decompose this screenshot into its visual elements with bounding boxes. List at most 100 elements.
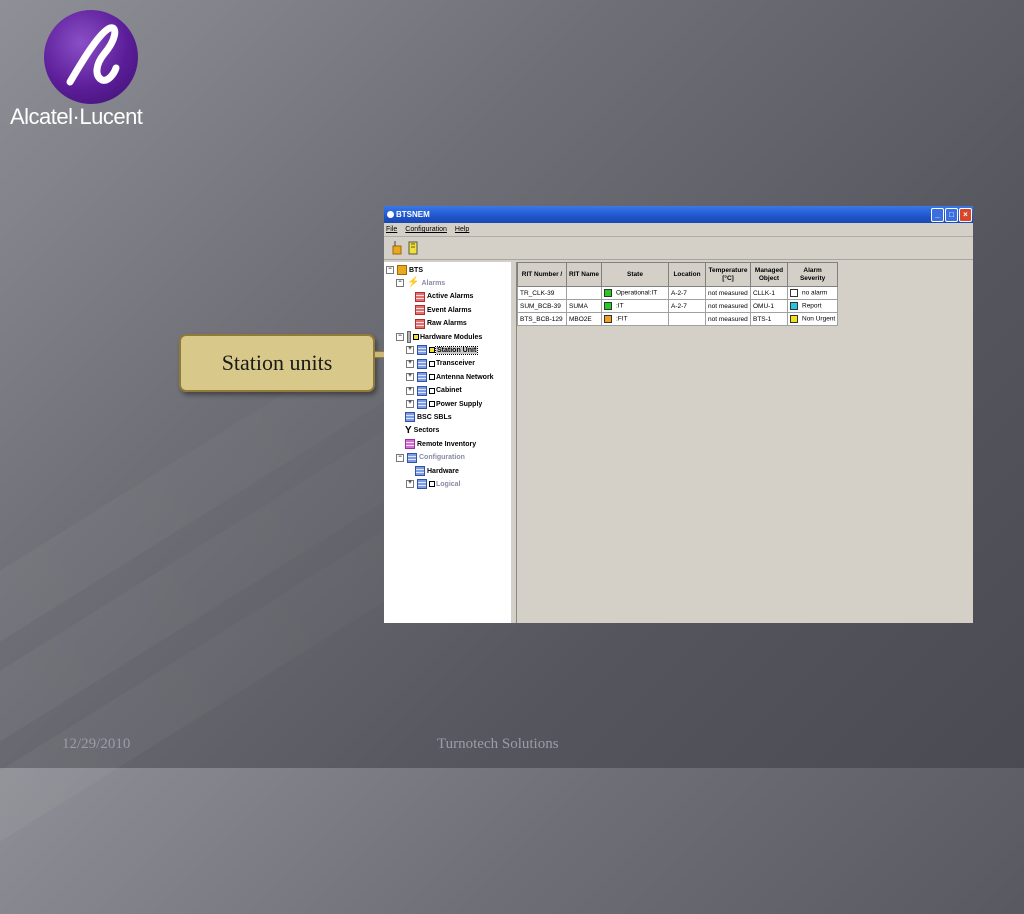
tree-node[interactable]: + Transceiver xyxy=(406,358,475,370)
folder-icon xyxy=(397,265,407,275)
expand-icon[interactable]: + xyxy=(406,386,414,395)
tree-node[interactable]: − ⚡ Alarms xyxy=(396,277,445,289)
tree-node[interactable]: Remote Inventory xyxy=(396,438,476,450)
col-rit-number[interactable]: RIT Number / xyxy=(517,262,567,287)
station-units-callout: Station units xyxy=(179,334,375,392)
table-area: RIT Number / RIT Name State Location Tem… xyxy=(517,262,973,623)
rit-tool-icon[interactable] xyxy=(408,241,418,255)
grid-icon xyxy=(405,439,415,450)
tree-node-label: Antenna Network xyxy=(436,373,494,381)
tree-node[interactable]: + Station Unit xyxy=(406,344,479,356)
col-temperature[interactable]: Temperature [°C] xyxy=(705,262,751,287)
cell-text: OMU-1 xyxy=(753,302,774,310)
cell-temperature: not measured xyxy=(705,312,751,326)
footer-date: 12/29/2010 xyxy=(62,736,131,752)
cell-rit-name: MBO2E xyxy=(566,312,602,326)
col-rit-name[interactable]: RIT Name xyxy=(566,262,602,287)
tree-node-label: BTS xyxy=(409,266,423,274)
maximize-button[interactable]: □ xyxy=(945,207,958,222)
tree-node[interactable]: Active Alarms xyxy=(406,291,473,303)
cell-text: BTS-1 xyxy=(753,315,772,323)
col-managed-object[interactable]: Managed Object xyxy=(750,262,788,287)
cell-text: Report xyxy=(802,302,822,310)
cell-state: :IT xyxy=(601,299,669,313)
tree-node[interactable]: + Cabinet xyxy=(406,385,462,397)
tree-node[interactable]: Raw Alarms xyxy=(406,318,467,330)
menu-file[interactable]: File xyxy=(386,226,397,233)
status-box-icon xyxy=(429,347,435,354)
expand-icon[interactable]: + xyxy=(406,480,414,489)
window-titlebar[interactable]: BTSNEM _ □ × xyxy=(384,206,973,223)
cell-text: Operational:IT xyxy=(616,289,658,297)
cell-text: no alarm xyxy=(802,289,828,297)
tree-node[interactable]: + Antenna Network xyxy=(406,371,494,383)
status-swatch-icon xyxy=(790,315,798,323)
tree-node[interactable]: BSC SBLs xyxy=(396,411,452,423)
status-swatch-icon xyxy=(790,302,798,310)
tree-node-label: Remote Inventory xyxy=(417,440,477,448)
cell-text: CLLK-1 xyxy=(753,289,776,297)
tree-node-label: Raw Alarms xyxy=(427,320,467,328)
tree-node[interactable]: Y Sectors xyxy=(396,425,439,437)
cell-text: SUM_BCB-39 xyxy=(520,302,561,310)
collapse-icon[interactable]: − xyxy=(386,266,394,274)
tree-node-label: Transceiver xyxy=(436,360,475,368)
app-icon xyxy=(387,211,394,218)
tree-node-label: Hardware Modules xyxy=(420,333,483,341)
minimize-button[interactable]: _ xyxy=(931,207,944,222)
table-row[interactable]: TR_CLK-39 Operational:IT A-2-7 not measured… xyxy=(517,286,839,300)
expand-icon[interactable]: + xyxy=(406,400,414,408)
table-row[interactable]: SUM_BCB-39 SUMA:IT A-2-7 not measured OMU-1 R… xyxy=(517,299,839,313)
tree-node[interactable]: + Power Supply xyxy=(406,398,482,410)
collapse-icon[interactable]: − xyxy=(396,333,404,341)
cell-rit-name: SUMA xyxy=(566,299,602,313)
cell-location xyxy=(668,312,706,326)
cell-text: SUMA xyxy=(569,302,588,310)
status-swatch-icon xyxy=(604,302,612,310)
tree-node-label: Hardware xyxy=(427,467,459,475)
cell-state: Operational:IT xyxy=(601,286,669,300)
cell-text: A-2-7 xyxy=(671,289,687,297)
cell-text: MBO2E xyxy=(569,315,592,323)
cell-text: :FIT xyxy=(616,315,628,323)
tree-node[interactable]: Event Alarms xyxy=(406,304,471,316)
grid-icon xyxy=(415,318,425,329)
company-logo: Alcatel·Lucent xyxy=(10,8,170,133)
cell-managed-object: CLLK-1 xyxy=(750,286,788,300)
tree-node[interactable]: + Logical xyxy=(406,478,461,490)
cell-rit-number: BTS_BCB-129 xyxy=(517,312,567,326)
grid-icon xyxy=(417,372,427,383)
expand-icon[interactable]: + xyxy=(406,346,414,355)
close-button[interactable]: × xyxy=(959,207,972,222)
col-state[interactable]: State xyxy=(601,262,669,287)
menu-help[interactable]: Help xyxy=(455,226,469,233)
menu-configuration[interactable]: Configuration xyxy=(405,226,447,233)
tree-node[interactable]: − BTS xyxy=(386,264,423,276)
status-box-icon xyxy=(429,374,435,381)
grid-icon xyxy=(407,452,417,463)
tree-node[interactable]: − Hardware Modules xyxy=(396,331,482,343)
status-box-icon xyxy=(413,334,419,340)
expand-icon[interactable]: + xyxy=(406,373,414,382)
grid-icon xyxy=(415,466,425,476)
collapse-icon[interactable]: − xyxy=(396,453,404,462)
module-icon xyxy=(407,331,411,343)
collapse-icon[interactable]: − xyxy=(396,279,404,288)
tree-node-label: Logical xyxy=(436,480,461,488)
window-title: BTSNEM xyxy=(396,210,430,219)
tree-node[interactable]: − Configuration xyxy=(396,452,465,464)
col-location[interactable]: Location xyxy=(668,262,706,287)
table-row[interactable]: BTS_BCB-129 MBO2E:FIT not measured BTS-1 Non… xyxy=(517,312,839,326)
tree-node[interactable]: Hardware xyxy=(406,465,459,477)
col-alarm-severity[interactable]: Alarm Severity xyxy=(786,262,839,287)
cell-managed-object: BTS-1 xyxy=(750,312,788,326)
status-box-icon xyxy=(429,401,435,407)
status-box-icon xyxy=(429,360,435,367)
cell-temperature: not measured xyxy=(705,286,751,300)
expand-icon[interactable]: + xyxy=(406,359,414,368)
grid-icon xyxy=(417,345,427,356)
grid-icon xyxy=(417,385,427,396)
tree-node-label: Power Supply xyxy=(436,400,483,408)
cell-alarm: no alarm xyxy=(786,286,839,300)
bts-tool-icon[interactable] xyxy=(392,241,402,255)
